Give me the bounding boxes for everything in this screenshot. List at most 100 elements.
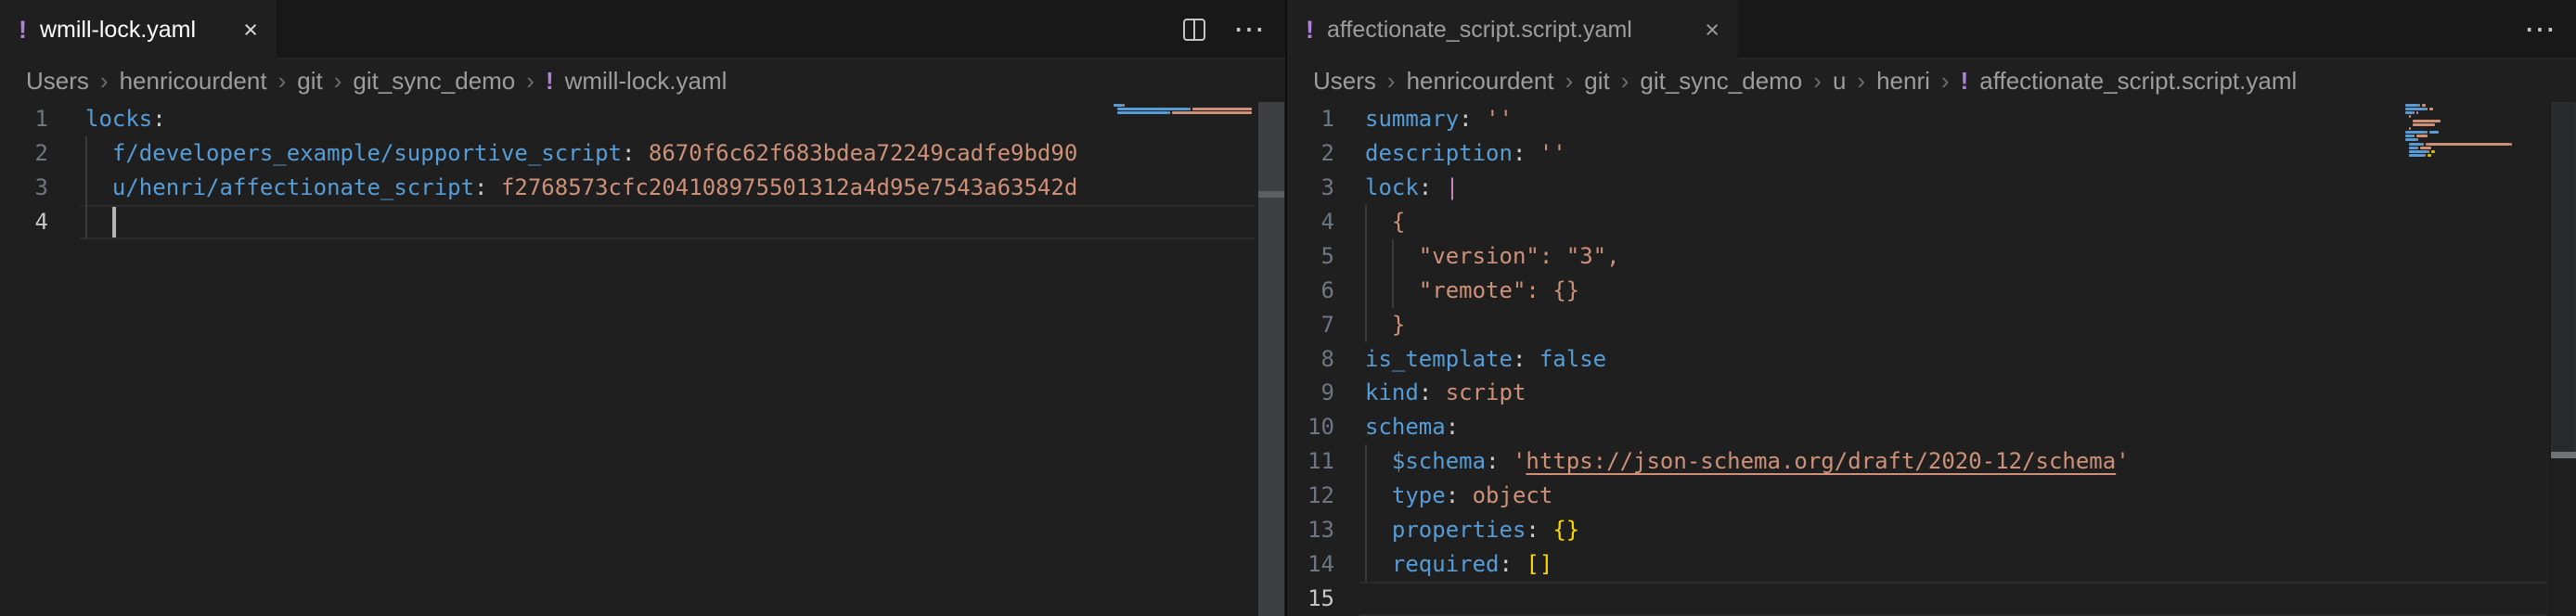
line-number[interactable]: 9 (1287, 376, 1334, 410)
minimap-line (2405, 135, 2413, 137)
code-token: } (1392, 312, 1405, 338)
code-token: { (1392, 209, 1405, 235)
minimap[interactable] (2405, 102, 2550, 616)
editor-left[interactable]: 1 locks: 2 f/developers_example/supportive… (0, 102, 1285, 616)
minimap-line (2431, 150, 2435, 153)
code-line[interactable]: required: [] (1365, 547, 1552, 582)
code-line[interactable]: properties: {} (1365, 513, 1579, 547)
minimap-line (2424, 154, 2426, 157)
breadcrumb-separator-icon: › (526, 67, 535, 96)
code-line[interactable]: $schema: 'https://json-schema.org/draft/… (1365, 444, 2130, 479)
line-number[interactable]: 3 (1287, 171, 1334, 205)
line-number[interactable]: 3 (0, 171, 48, 205)
breadcrumb-item[interactable]: git_sync_demo (1640, 67, 1802, 96)
tab-bar: ! affectionate_script.script.yaml × ⋯ (1287, 0, 2576, 59)
schema-url-link[interactable]: https://json-schema.org/draft/2020-12/sc… (1526, 448, 2116, 474)
minimap-line (2409, 143, 2422, 146)
code-line[interactable]: { (1365, 205, 1405, 239)
breadcrumb-item[interactable]: Users (1313, 67, 1376, 96)
line-number[interactable]: 10 (1287, 410, 1334, 444)
breadcrumb-item[interactable]: git_sync_demo (353, 67, 515, 96)
line-number[interactable]: 14 (1287, 547, 1334, 582)
line-number[interactable]: 1 (0, 102, 48, 136)
code-token: script (1446, 379, 1526, 405)
minimap-line (2405, 108, 2426, 110)
code-line[interactable]: type: object (1365, 479, 1552, 513)
code-token (1365, 312, 1392, 338)
editor-actions: ⋯ (2524, 0, 2556, 59)
line-number[interactable]: 15 (1287, 582, 1334, 616)
minimap-line (2416, 135, 2428, 137)
line-number[interactable]: 2 (1287, 136, 1334, 171)
breadcrumb-separator-icon: › (278, 67, 287, 96)
code-line[interactable]: summary: '' (1365, 102, 1513, 136)
code-token: 8670f6c62f683bdea72249cadfe9bd90 (649, 140, 1077, 166)
minimap-line (2422, 104, 2426, 107)
minimap-line (1189, 108, 1191, 110)
code-token: object (1473, 482, 1553, 508)
scrollbar-slider[interactable] (2551, 102, 2576, 455)
line-number[interactable]: 12 (1287, 479, 1334, 513)
code-line[interactable]: } (1365, 308, 1405, 342)
code-line[interactable]: "remote": {} (1365, 274, 1579, 308)
tab-affectionate-script-yaml[interactable]: ! affectionate_script.script.yaml × (1287, 0, 1738, 59)
code-token: "version": "3", (1419, 243, 1620, 269)
breadcrumb-item[interactable]: git (297, 67, 322, 96)
editor-right[interactable]: 1 summary: '' 2 description: '' 3 lock: | 4 {5… (1287, 102, 2576, 616)
tab-wmill-lock-yaml[interactable]: ! wmill-lock.yaml × (0, 0, 277, 59)
breadcrumb-item[interactable]: u (1833, 67, 1846, 96)
code-line[interactable]: kind: script (1365, 376, 1526, 410)
code-token (1432, 379, 1445, 405)
breadcrumb-file-name[interactable]: affectionate_script.script.yaml (1979, 67, 2297, 96)
line-number[interactable]: 4 (0, 205, 48, 239)
minimap-line (2409, 154, 2424, 157)
breadcrumb-item[interactable]: henri (1876, 67, 1930, 96)
code-line[interactable]: schema: (1365, 410, 1459, 444)
breadcrumb-separator-icon: › (1621, 67, 1629, 96)
code-line[interactable]: "version": "3", (1365, 239, 1620, 274)
breadcrumb-item[interactable]: henricourdent (120, 67, 267, 96)
minimap-line (1117, 108, 1189, 110)
line-number[interactable]: 4 (1287, 205, 1334, 239)
more-actions-icon[interactable]: ⋯ (1233, 14, 1265, 45)
code-line[interactable]: f/developers_example/supportive_script: … (85, 136, 1077, 171)
code-token: kind (1365, 379, 1419, 405)
minimap[interactable] (1114, 102, 1258, 616)
vertical-scrollbar[interactable] (1258, 102, 1284, 616)
minimap-line (2409, 115, 2411, 118)
line-number[interactable]: 2 (0, 136, 48, 171)
more-actions-icon[interactable]: ⋯ (2524, 14, 2556, 45)
line-number[interactable]: 11 (1287, 444, 1334, 479)
breadcrumb-separator-icon: › (1387, 67, 1396, 96)
line-number[interactable]: 13 (1287, 513, 1334, 547)
code-token: false (1539, 346, 1606, 372)
line-number[interactable]: 6 (1287, 274, 1334, 308)
line-number[interactable]: 8 (1287, 342, 1334, 377)
split-editor-icon[interactable] (1183, 19, 1205, 41)
code-line[interactable]: u/henri/affectionate_script: f2768573cfc… (85, 171, 1077, 205)
breadcrumb-item[interactable]: git (1584, 67, 1609, 96)
code-line[interactable]: is_template: false (1365, 342, 1606, 377)
breadcrumb-item[interactable]: henricourdent (1407, 67, 1554, 96)
code-token: : (152, 106, 165, 132)
code-token (1365, 551, 1392, 577)
line-number[interactable]: 1 (1287, 102, 1334, 136)
close-icon[interactable]: × (1692, 16, 1719, 45)
code-token: ' (1513, 448, 1526, 474)
breadcrumb-item[interactable]: Users (26, 67, 89, 96)
line-number[interactable]: 5 (1287, 239, 1334, 274)
breadcrumb-file-name[interactable]: wmill-lock.yaml (565, 67, 728, 96)
code-line[interactable]: locks: (85, 102, 166, 136)
code-line[interactable]: lock: | (1365, 171, 1459, 205)
code-token: : (1419, 174, 1432, 200)
breadcrumb-separator-icon: › (334, 67, 342, 96)
minimap-line (2413, 135, 2415, 137)
code-token: : (1446, 482, 1459, 508)
code-token: : (1459, 106, 1472, 132)
code-token: | (1446, 174, 1459, 200)
code-line[interactable]: description: '' (1365, 136, 1566, 171)
vertical-scrollbar[interactable] (2550, 102, 2576, 616)
line-number[interactable]: 7 (1287, 308, 1334, 342)
close-icon[interactable]: × (230, 16, 258, 45)
breadcrumb-separator-icon: › (100, 67, 109, 96)
